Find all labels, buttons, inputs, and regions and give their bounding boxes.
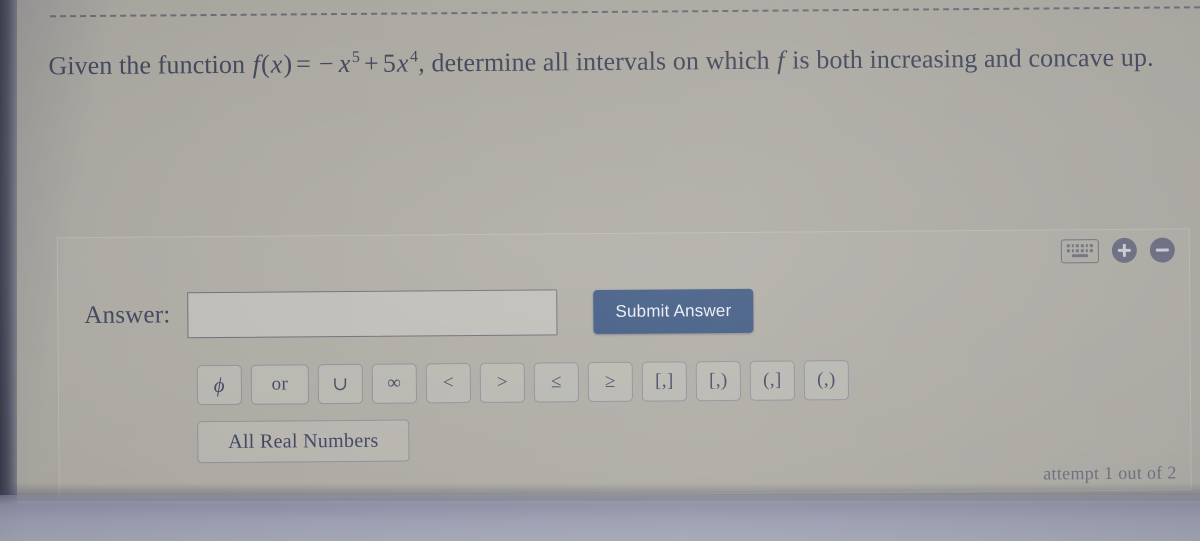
function-argument: x <box>270 49 283 79</box>
keyboard-key <box>1067 244 1070 248</box>
question-prefix: Given the function <box>48 49 252 81</box>
keyboard-key <box>1071 249 1075 253</box>
symbol-open-interval[interactable]: (,) <box>803 360 850 401</box>
answer-label: Answer: <box>84 301 171 330</box>
keyboard-key <box>1067 249 1070 253</box>
plus-circle-icon[interactable] <box>1111 237 1137 263</box>
keyboard-key <box>1080 244 1084 247</box>
function-reference: f <box>777 45 785 75</box>
keyboard-icon-row <box>1067 249 1093 253</box>
symbol-closed-interval[interactable]: [,] <box>641 361 688 402</box>
answer-panel: Answer: Submit Answer ϕ or ∪ ∞ < > ≤ ≥ [,] [,) (,]… <box>56 228 1192 500</box>
symbol-half-open-right-interval[interactable]: [,) <box>695 360 742 402</box>
keyboard-key <box>1085 244 1089 247</box>
answer-row: Answer: Submit Answer <box>84 288 754 339</box>
term2-coefficient: 5 <box>382 48 397 78</box>
symbol-greater-equal[interactable]: ≥ <box>587 361 634 403</box>
term2-exponent: 4 <box>409 48 419 66</box>
symbol-keypad: ϕ or ∪ ∞ < > ≤ ≥ [,] [,) (,] (,) <box>196 360 850 406</box>
keyboard-icon-row <box>1067 244 1093 248</box>
dashed-divider <box>49 6 1200 18</box>
keyboard-icon-row <box>1071 254 1088 258</box>
keyboard-key <box>1076 249 1079 253</box>
monitor-bottom-bezel <box>0 495 1200 541</box>
term1-sign: − <box>318 49 334 79</box>
symbol-less-equal[interactable]: ≤ <box>533 362 580 403</box>
monitor-left-bezel <box>0 0 17 541</box>
symbol-infinity[interactable]: ∞ <box>371 363 418 404</box>
question-middle: , determine all intervals on which <box>418 45 777 78</box>
keyboard-key <box>1085 249 1089 252</box>
minus-circle-icon[interactable] <box>1149 237 1175 263</box>
term2-variable: x <box>396 48 409 78</box>
paren-close: ) <box>283 49 293 79</box>
plus-vertical-bar <box>1122 243 1127 257</box>
keyboard-icon[interactable] <box>1060 238 1099 263</box>
screen-photo: Given the function f(x) = − x5 +5x4, determi… <box>0 0 1200 541</box>
all-real-numbers-button[interactable]: All Real Numbers <box>197 419 410 464</box>
plus-sign: + <box>363 48 379 78</box>
term1-variable: x <box>338 48 351 79</box>
question-text: Given the function f(x) = − x5 +5x4, determi… <box>48 35 1173 88</box>
keyboard-key <box>1080 249 1084 253</box>
keyboard-spacebar <box>1071 254 1088 258</box>
symbol-less-than[interactable]: < <box>425 363 472 404</box>
keyboard-key <box>1071 244 1075 247</box>
symbol-empty-set[interactable]: ϕ <box>196 364 243 406</box>
function-name: f <box>252 49 261 79</box>
equals-sign: = <box>296 49 312 79</box>
question-suffix: is both increasing and concave up. <box>785 42 1154 75</box>
answer-input[interactable] <box>187 289 558 339</box>
keyboard-key <box>1090 249 1093 252</box>
symbol-or[interactable]: or <box>250 364 310 405</box>
attempt-counter: attempt 1 out of 2 <box>1043 462 1177 484</box>
keyboard-key <box>1076 244 1079 247</box>
assignment-page: Given the function f(x) = − x5 +5x4, determi… <box>0 0 1200 541</box>
submit-answer-button[interactable]: Submit Answer <box>593 288 754 335</box>
symbol-greater-than[interactable]: > <box>479 362 526 403</box>
term1-exponent: 5 <box>351 49 361 67</box>
symbol-half-open-left-interval[interactable]: (,] <box>749 360 796 401</box>
keyboard-key <box>1089 244 1093 247</box>
symbol-union[interactable]: ∪ <box>317 363 364 405</box>
minus-bar <box>1155 248 1169 252</box>
panel-toolbar <box>1060 237 1175 263</box>
